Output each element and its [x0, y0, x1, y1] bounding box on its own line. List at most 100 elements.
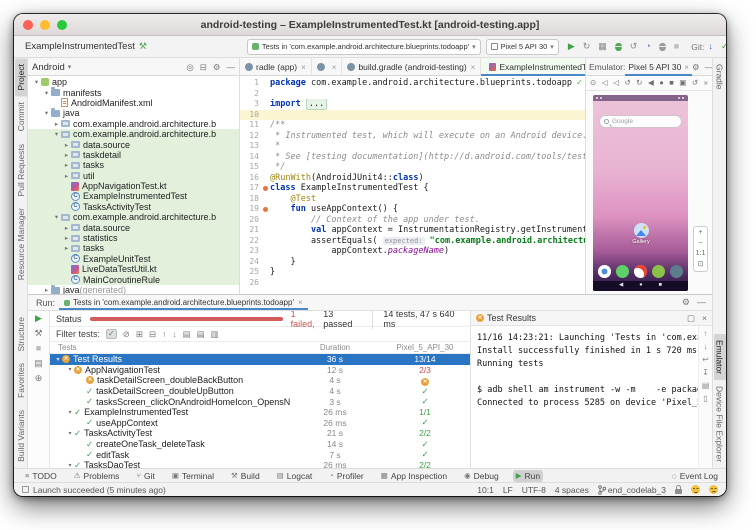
project-tree-item[interactable]: ▸util — [28, 171, 239, 181]
clear-all-icon[interactable]: ▯ — [703, 395, 707, 403]
tool-window-button-terminal[interactable]: ▣Terminal — [169, 470, 217, 482]
caret-position[interactable]: 10:1 — [477, 485, 494, 495]
project-tree-item[interactable]: ▸tasks — [28, 243, 239, 253]
tree-chevron-icon[interactable]: ▾ — [52, 213, 61, 221]
coverage-icon[interactable]: ▦ — [598, 42, 607, 51]
close-tab-icon[interactable]: × — [332, 63, 337, 72]
edit-configuration-icon[interactable]: ⚒ — [34, 329, 42, 338]
home-icon[interactable]: ● — [659, 79, 664, 87]
tree-chevron-icon[interactable]: ▸ — [62, 234, 71, 242]
tree-chevron-icon[interactable]: ▾ — [32, 78, 41, 86]
code-line[interactable]: 22 assertEquals( expected: "com.example.… — [240, 236, 585, 247]
close-icon[interactable]: × — [684, 63, 689, 72]
stripe-button-favorites[interactable]: Favorites — [15, 357, 27, 404]
test-tree-row[interactable]: ✓useAppContext26 ms✓ — [50, 418, 470, 429]
emulator-settings-icon[interactable]: ⚙ — [692, 62, 700, 73]
tree-chevron-icon[interactable]: ▾ — [66, 430, 74, 437]
close-console-icon[interactable]: × — [702, 313, 707, 323]
tree-chevron-icon[interactable]: ▾ — [66, 366, 74, 373]
stripe-button-pull-requests[interactable]: Pull Requests — [15, 138, 27, 202]
update-project-icon[interactable]: ↓ — [708, 42, 713, 51]
code-line[interactable]: 25} — [240, 267, 585, 278]
run-tab[interactable]: Tests in 'com.example.android.architectu… — [59, 295, 308, 310]
stop-icon[interactable]: ■ — [36, 344, 41, 353]
close-tab-icon[interactable]: × — [301, 63, 306, 72]
tool-window-button-app-inspection[interactable]: ▦App Inspection — [378, 470, 450, 482]
collapse-all-icon[interactable]: ⊟ — [200, 63, 207, 72]
tree-chevron-icon[interactable]: ▸ — [62, 172, 71, 180]
code-editor[interactable]: ✓ 1package com.example.android.architect… — [240, 76, 586, 294]
feedback-happy-icon[interactable] — [691, 485, 700, 494]
read-lock-icon[interactable] — [675, 489, 682, 494]
tree-chevron-icon[interactable]: ▾ — [54, 356, 62, 363]
more-icon[interactable]: » — [704, 79, 708, 87]
test-tree-row[interactable]: ✕taskDetailScreen_doubleBackButton4 s✕ — [50, 375, 470, 386]
rotate-right-icon[interactable]: ↻ — [636, 79, 642, 87]
volume-up-icon[interactable]: ◁ — [602, 79, 608, 87]
zoom-out-button[interactable]: − — [698, 240, 702, 248]
background-tasks-icon[interactable] — [22, 486, 29, 493]
test-tree-row[interactable]: ✓tasksScreen_clickOnAndroidHomeIcon_Open… — [50, 396, 470, 407]
project-tree-item[interactable]: ▸java (generated) — [28, 285, 239, 294]
snapshots-icon[interactable]: ↺ — [692, 79, 698, 87]
test-tree-row[interactable]: ✓editTask7 s✓ — [50, 449, 470, 460]
stripe-button-build-variants[interactable]: Build Variants — [15, 404, 27, 468]
stop-icon[interactable]: ■ — [674, 42, 679, 51]
run-panel-settings-icon[interactable]: ⚙ — [682, 297, 690, 308]
tree-chevron-icon[interactable]: ▾ — [42, 109, 51, 117]
tree-chevron-icon[interactable]: ▾ — [42, 89, 51, 97]
code-line[interactable]: 16@RunWith(AndroidJUnit4::class) — [240, 173, 585, 184]
tree-chevron-icon[interactable]: ▾ — [66, 409, 74, 416]
profiler-icon[interactable]: ◔ — [645, 42, 650, 51]
emulator-screen[interactable]: Google Gallery ◀ ● ■ — [593, 95, 688, 291]
zoom-reset-button[interactable]: 1:1 — [696, 250, 706, 258]
hide-panel-icon[interactable]: — — [227, 63, 236, 72]
code-line[interactable]: 19 fun useAppContext() { — [240, 204, 585, 215]
next-failed-icon[interactable]: ↓ — [172, 330, 176, 339]
code-line[interactable]: 14 * See [testing documentation](http://… — [240, 152, 585, 163]
screenshot-icon[interactable]: ▣ — [679, 79, 686, 87]
project-tree-item[interactable]: CMainCoroutineRule — [28, 274, 239, 284]
camera-app-icon[interactable] — [670, 265, 683, 278]
test-history-icon[interactable]: ▤ — [34, 359, 43, 368]
attach-debugger-icon[interactable] — [659, 43, 666, 51]
stripe-button-structure[interactable]: Structure — [15, 311, 27, 358]
gallery-app-shortcut[interactable]: Gallery — [621, 223, 661, 245]
project-tree-item[interactable]: ▸data.source — [28, 139, 239, 149]
tool-window-button-git[interactable]: ⑂Git — [133, 470, 157, 482]
code-line[interactable]: 1package com.example.android.architectur… — [240, 78, 585, 89]
stripe-button-commit[interactable]: Commit — [15, 96, 27, 137]
run-test-gutter-icon[interactable] — [262, 204, 270, 215]
close-tab-icon[interactable]: × — [471, 63, 476, 72]
tool-window-button-debug[interactable]: ◉Debug — [461, 470, 502, 482]
code-line[interactable]: 21 val appContext = InstrumentationRegis… — [240, 225, 585, 236]
back-icon[interactable]: ◀ — [648, 79, 654, 87]
project-tree-item[interactable]: CExampleInstrumentedTest — [28, 191, 239, 201]
test-tree-row[interactable]: ▾✓ExampleInstrumentedTest26 ms1/1 — [50, 407, 470, 418]
project-tree-item[interactable]: LiveDataTestUtil.kt — [28, 264, 239, 274]
tool-window-button-logcat[interactable]: ▤Logcat — [274, 470, 316, 482]
project-tree-item[interactable]: CExampleUnitTest — [28, 254, 239, 264]
tree-chevron-icon[interactable]: ▾ — [52, 130, 61, 138]
run-configuration-select[interactable]: Tests in 'com.example.android.architectu… — [247, 39, 481, 55]
tool-window-button-run[interactable]: ▶Run — [513, 470, 543, 482]
zoom-fit-button[interactable]: ⊡ — [698, 261, 704, 269]
build-hammer-icon[interactable]: ⚒ — [139, 41, 147, 52]
tree-chevron-icon[interactable]: ▸ — [42, 286, 51, 294]
run-test-gutter-icon[interactable] — [262, 183, 270, 194]
project-tree-item[interactable]: CTasksActivityTest — [28, 202, 239, 212]
maps-app-icon[interactable] — [634, 265, 647, 278]
editor-tab[interactable]: build.gradle (android-testing)× — [342, 58, 481, 76]
test-tree-row[interactable]: ▾✓TasksActivityTest21 s2/2 — [50, 428, 470, 439]
locate-file-icon[interactable]: ◎ — [186, 63, 193, 72]
editor-tab[interactable]: ExampleInstrumentedTest.kt× — [481, 58, 586, 76]
test-history-icon[interactable]: ▤ — [183, 330, 191, 339]
code-line[interactable]: 24 } — [240, 257, 585, 268]
print-icon[interactable]: ▤ — [702, 382, 710, 390]
soft-wrap-icon[interactable]: ↩ — [702, 356, 709, 364]
settings-app-icon[interactable] — [652, 265, 665, 278]
collapse-all-icon[interactable]: ⊟ — [149, 330, 156, 339]
pin-icon[interactable]: ⊕ — [35, 374, 43, 383]
google-search-bar[interactable]: Google — [599, 115, 682, 128]
code-line[interactable]: 26 — [240, 278, 585, 289]
